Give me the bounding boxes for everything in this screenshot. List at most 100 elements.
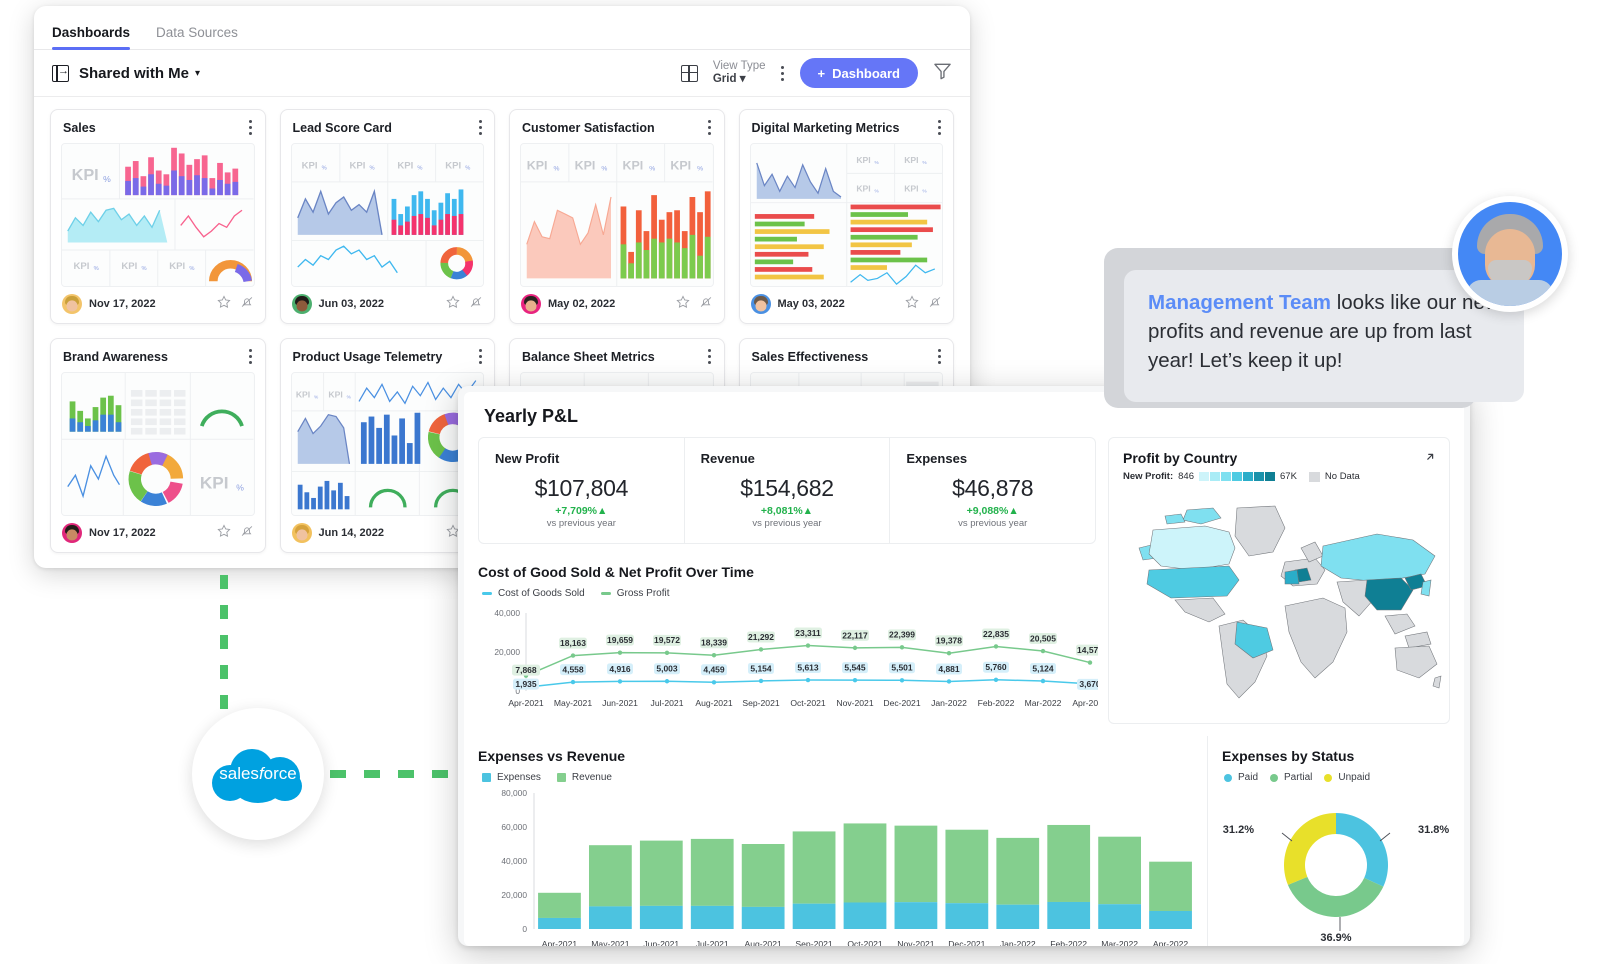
legend-paid[interactable]: Paid xyxy=(1224,772,1258,783)
card-more-options-icon[interactable] xyxy=(249,120,253,135)
svg-text:Mar-2022: Mar-2022 xyxy=(1025,698,1062,708)
chart-legend-cogs: Cost of Goods Sold Gross Profit xyxy=(478,584,1096,601)
tab-data-sources[interactable]: Data Sources xyxy=(156,25,238,49)
grid-view-icon[interactable] xyxy=(680,64,698,82)
dashboard-card-brand-awareness[interactable]: Brand Awareness KPI % Nov 17, 2022 xyxy=(50,338,266,553)
svg-text:Apr-2021: Apr-2021 xyxy=(542,939,578,946)
svg-text:KPI: KPI xyxy=(73,261,89,272)
card-header: Customer Satisfaction xyxy=(510,110,724,143)
star-icon[interactable] xyxy=(216,523,231,543)
chart-legend-expenses-revenue: Expenses Revenue xyxy=(478,768,1195,785)
chevron-down-icon[interactable]: ▾ xyxy=(195,68,200,79)
card-footer: Jun 03, 2022 xyxy=(281,287,495,323)
card-footer: Nov 17, 2022 xyxy=(51,287,265,323)
dashboard-card-customer-satisfaction[interactable]: Customer Satisfaction KPI% KPI% KPI% KPI… xyxy=(509,109,725,324)
card-more-options-icon[interactable] xyxy=(708,120,712,135)
bell-off-icon[interactable] xyxy=(699,295,713,314)
svg-text:Nov-2021: Nov-2021 xyxy=(836,698,873,708)
svg-text:Jun-2021: Jun-2021 xyxy=(602,698,638,708)
legend-cost-of-goods-sold[interactable]: Cost of Goods Sold xyxy=(482,588,585,599)
shared-with-me-label[interactable]: Shared with Me xyxy=(79,65,189,82)
card-more-options-icon[interactable] xyxy=(937,349,941,364)
add-dashboard-button[interactable]: + Dashboard xyxy=(799,58,918,88)
chart-title-expenses-status: Expenses by Status xyxy=(1222,748,1355,764)
legend-revenue[interactable]: Revenue xyxy=(556,772,612,783)
star-icon[interactable] xyxy=(216,294,231,314)
card-more-options-icon[interactable] xyxy=(708,349,712,364)
funnel-icon[interactable] xyxy=(933,61,952,85)
svg-text:60,000: 60,000 xyxy=(501,822,527,832)
svg-text:18,163: 18,163 xyxy=(560,638,586,648)
star-icon[interactable] xyxy=(675,294,690,314)
plus-icon: + xyxy=(817,65,826,81)
world-choropleth-map[interactable] xyxy=(1109,486,1443,708)
svg-text:KPI: KPI xyxy=(856,183,870,193)
legend-label: Gross Profit xyxy=(616,588,670,599)
kpi-delta: +8,081%▲ xyxy=(760,505,814,517)
svg-text:5,154: 5,154 xyxy=(750,663,772,673)
svg-text:KPI: KPI xyxy=(856,155,870,165)
legend-partial[interactable]: Partial xyxy=(1270,772,1312,783)
chart-title-expenses-revenue: Expenses vs Revenue xyxy=(478,748,626,764)
user-avatar xyxy=(1452,196,1568,312)
svg-text:22,117: 22,117 xyxy=(842,630,868,640)
card-preview: KPI% KPI% KPI% KPI% xyxy=(749,143,943,287)
svg-text:18,339: 18,339 xyxy=(701,638,727,648)
screen-root: Dashboards Data Sources Shared with Me ▾… xyxy=(0,0,1600,964)
tab-dashboards[interactable]: Dashboards xyxy=(52,25,131,50)
svg-text:KPI: KPI xyxy=(622,159,643,173)
svg-text:Aug-2021: Aug-2021 xyxy=(745,939,782,946)
card-date: Jun 14, 2022 xyxy=(318,527,384,539)
tab-dashboards-label: Dashboards xyxy=(52,25,131,40)
star-icon[interactable] xyxy=(905,294,919,314)
card-header: Balance Sheet Metrics xyxy=(510,339,724,372)
svg-text:%: % xyxy=(94,266,99,272)
dashboard-card-digital-marketing-metrics[interactable]: Digital Marketing Metrics KPI% KPI% KPI% xyxy=(738,109,954,324)
svg-text:May-2021: May-2021 xyxy=(554,698,592,708)
svg-text:5,501: 5,501 xyxy=(891,663,913,673)
svg-text:Jan-2022: Jan-2022 xyxy=(1000,939,1036,946)
star-icon[interactable] xyxy=(446,294,460,314)
bar-chart-svg: 0 20,000 40,000 60,000 80,000 Apr-2021 May-202… xyxy=(501,788,1192,946)
avatar xyxy=(521,294,541,314)
bell-off-icon[interactable] xyxy=(240,524,254,543)
card-header: Sales Effectiveness xyxy=(740,339,954,372)
svg-text:4,459: 4,459 xyxy=(703,665,725,675)
svg-text:14,573: 14,573 xyxy=(1077,645,1098,655)
map-legend-min: 846 xyxy=(1178,471,1194,482)
svg-text:%: % xyxy=(554,166,560,173)
salesforce-integration-badge[interactable]: salesforce xyxy=(192,708,324,840)
legend-gross-profit[interactable]: Gross Profit xyxy=(600,588,670,599)
kpi-revenue: Revenue $154,682 +8,081%▲ vs previous ye… xyxy=(685,438,891,543)
dashboard-card-sales[interactable]: Sales KPI% KPI % KPI % KPI % Nov 17, 202… xyxy=(50,109,266,324)
svg-text:7,868: 7,868 xyxy=(515,665,537,675)
salesforce-logo-text: salesforce xyxy=(219,764,297,783)
svg-text:1,935: 1,935 xyxy=(515,679,537,689)
svg-text:%: % xyxy=(649,166,655,173)
kpi-value: $154,682 xyxy=(740,475,834,501)
bell-off-icon[interactable] xyxy=(240,295,254,314)
expenses-by-status-card: Expenses by Status Paid Partial Unpaid 3… xyxy=(1207,736,1450,946)
card-title: Sales xyxy=(63,120,96,135)
bell-off-icon[interactable] xyxy=(469,295,483,314)
bell-off-icon[interactable] xyxy=(928,295,942,314)
svg-text:22,835: 22,835 xyxy=(983,629,1009,639)
connector-line-vertical xyxy=(220,575,228,715)
card-more-options-icon[interactable] xyxy=(478,120,482,135)
card-more-options-icon[interactable] xyxy=(249,349,253,364)
card-more-options-icon[interactable] xyxy=(478,349,482,364)
legend-swatch xyxy=(556,773,566,782)
expand-arrow-icon[interactable] xyxy=(1423,438,1449,469)
dashboard-card-lead-score-card[interactable]: Lead Score Card KPI% KPI% KPI% KPI% Jun … xyxy=(279,109,495,324)
more-options-icon[interactable] xyxy=(781,65,785,81)
view-type-selector[interactable]: View Type Grid ▾ xyxy=(713,60,766,86)
svg-text:Apr-2021: Apr-2021 xyxy=(508,698,544,708)
card-more-options-icon[interactable] xyxy=(937,120,941,135)
profit-by-country-card: Profit by Country New Profit: 846 67K No… xyxy=(1108,437,1450,724)
svg-text:Apr-2022: Apr-2022 xyxy=(1072,698,1098,708)
svg-text:Jan-2022: Jan-2022 xyxy=(931,698,967,708)
svg-text:%: % xyxy=(141,266,146,272)
card-title: Customer Satisfaction xyxy=(522,120,655,135)
legend-expenses[interactable]: Expenses xyxy=(482,772,541,783)
legend-unpaid[interactable]: Unpaid xyxy=(1324,772,1370,783)
